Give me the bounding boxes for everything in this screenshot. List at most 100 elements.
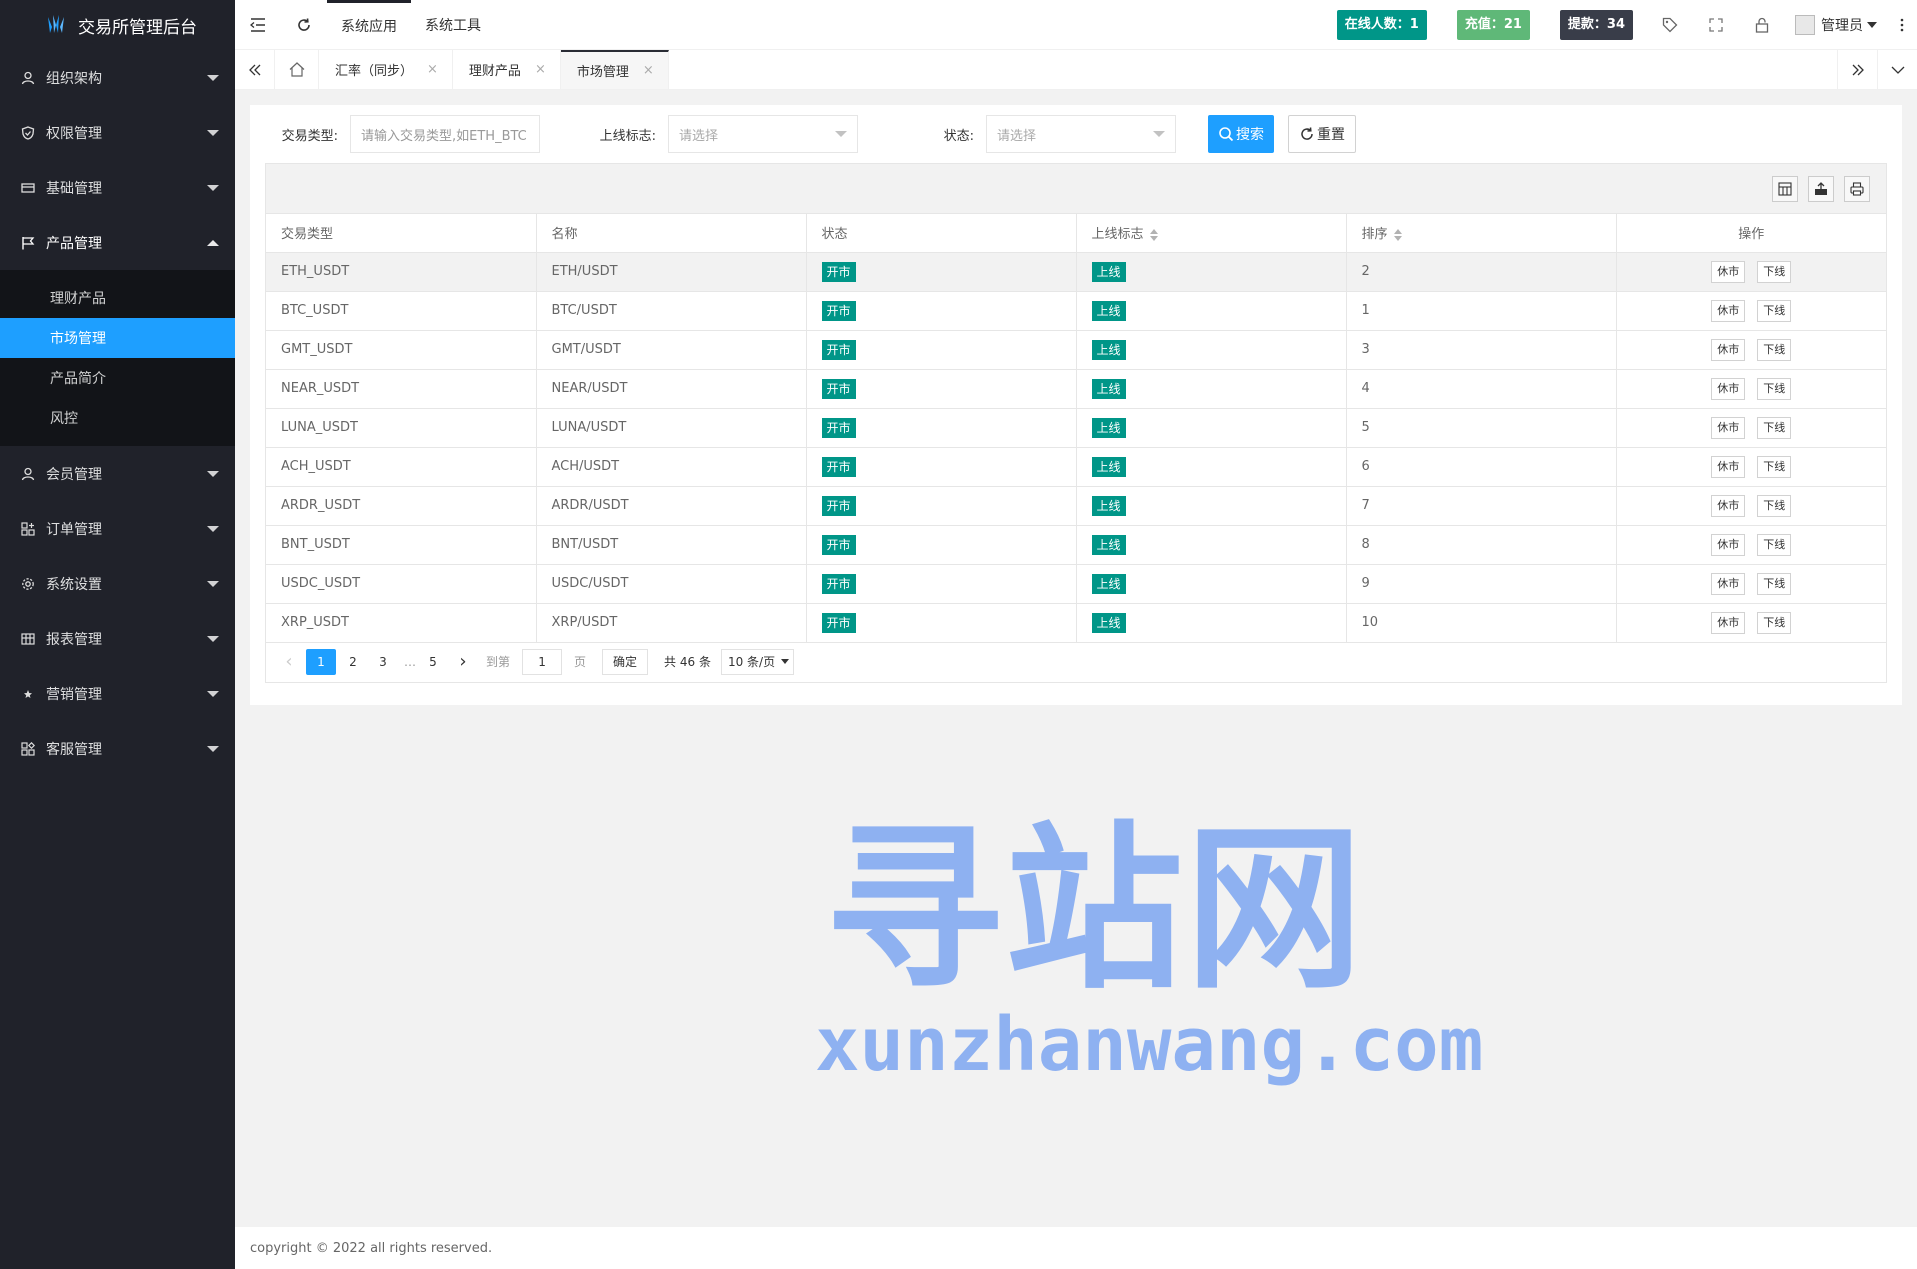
tab-exchange-rate[interactable]: 汇率（同步） × xyxy=(319,50,453,89)
chevron-down-icon xyxy=(207,635,219,642)
tab-market-management[interactable]: 市场管理 × xyxy=(560,50,669,89)
status-select[interactable]: 请选择 xyxy=(986,115,1176,153)
reset-button[interactable]: 重置 xyxy=(1288,115,1356,153)
trade-type-input[interactable]: 请输入交易类型,如ETH_BTC xyxy=(350,115,540,153)
sort-icon[interactable] xyxy=(1149,228,1158,241)
sidebar-subitem-market[interactable]: 市场管理 xyxy=(0,318,235,358)
close-market-button[interactable]: 休市 xyxy=(1711,455,1746,478)
take-offline-button[interactable]: 下线 xyxy=(1757,299,1792,322)
sidebar-item-settings[interactable]: 系统设置 xyxy=(0,556,235,611)
take-offline-button[interactable]: 下线 xyxy=(1757,455,1792,478)
tab-finance-product[interactable]: 理财产品 × xyxy=(453,50,561,89)
sidebar-item-order[interactable]: 订单管理 xyxy=(0,501,235,556)
sidebar-item-org[interactable]: 组织架构 xyxy=(0,50,235,105)
nav-system-tools[interactable]: 系统工具 xyxy=(411,0,495,50)
sort-icon[interactable] xyxy=(1393,228,1402,241)
sidebar-subitem-finance[interactable]: 理财产品 xyxy=(0,278,235,318)
page-size-select[interactable]: 10 条/页 xyxy=(720,648,795,675)
sidebar-item-report[interactable]: 报表管理 xyxy=(0,611,235,666)
take-offline-button[interactable]: 下线 xyxy=(1757,416,1792,439)
user-menu[interactable]: 管理员 xyxy=(1785,14,1887,35)
close-icon[interactable]: × xyxy=(535,62,546,77)
goto-page-input[interactable]: 1 xyxy=(522,648,563,675)
sidebar-subitem-intro[interactable]: 产品简介 xyxy=(0,358,235,398)
close-market-button[interactable]: 休市 xyxy=(1711,416,1746,439)
search-button[interactable]: 搜索 xyxy=(1208,115,1274,153)
app-logo[interactable]: 交易所管理后台 xyxy=(0,0,235,50)
close-market-button[interactable]: 休市 xyxy=(1711,299,1746,322)
tabs-scroll-left-icon[interactable] xyxy=(235,50,275,89)
close-market-button[interactable]: 休市 xyxy=(1711,533,1746,556)
take-offline-button[interactable]: 下线 xyxy=(1757,533,1792,556)
table-row[interactable]: NEAR_USDT NEAR/USDT 开市 上线 4 休市 下线 xyxy=(266,369,1886,409)
table-row[interactable]: LUNA_USDT LUNA/USDT 开市 上线 5 休市 下线 xyxy=(266,408,1886,448)
sidebar-item-marketing[interactable]: 营销管理 xyxy=(0,666,235,721)
withdraw-badge[interactable]: 提款：34 xyxy=(1559,9,1633,40)
take-offline-button[interactable]: 下线 xyxy=(1757,260,1792,283)
close-icon[interactable]: × xyxy=(643,63,654,78)
sidebar-item-product[interactable]: 产品管理 xyxy=(0,215,235,270)
tabs-dropdown-icon[interactable] xyxy=(1877,50,1917,89)
refresh-icon[interactable] xyxy=(281,0,327,50)
close-market-button[interactable]: 休市 xyxy=(1711,572,1746,595)
close-market-button[interactable]: 休市 xyxy=(1711,260,1746,283)
page-1-button[interactable]: 1 xyxy=(306,648,336,675)
table-row[interactable]: ARDR_USDT ARDR/USDT 开市 上线 7 休市 下线 xyxy=(266,486,1886,526)
recharge-badge[interactable]: 充值：21 xyxy=(1456,9,1530,40)
page-2-button[interactable]: 2 xyxy=(340,649,366,675)
col-online-flag[interactable]: 上线标志 xyxy=(1076,214,1347,253)
close-market-button[interactable]: 休市 xyxy=(1711,494,1746,517)
take-offline-button[interactable]: 下线 xyxy=(1757,494,1792,517)
status-badge: 开市 xyxy=(821,534,856,555)
sidebar-item-basic[interactable]: 基础管理 xyxy=(0,160,235,215)
select-placeholder: 请选择 xyxy=(997,128,1037,144)
columns-filter-icon[interactable] xyxy=(1772,175,1798,202)
table-row[interactable]: BTC_USDT BTC/USDT 开市 上线 1 休市 下线 xyxy=(266,291,1886,331)
menu-fold-icon[interactable] xyxy=(235,0,281,50)
page-ellipsis: … xyxy=(404,654,416,669)
cell-trade-type: BNT_USDT xyxy=(266,525,537,565)
chevron-up-icon xyxy=(207,239,219,246)
tabs-scroll-right-icon[interactable] xyxy=(1837,50,1877,89)
star-icon xyxy=(20,686,36,702)
take-offline-button[interactable]: 下线 xyxy=(1757,572,1792,595)
sidebar-item-permission[interactable]: 权限管理 xyxy=(0,105,235,160)
close-market-button[interactable]: 休市 xyxy=(1711,377,1746,400)
table-row[interactable]: USDC_USDT USDC/USDT 开市 上线 9 休市 下线 xyxy=(266,564,1886,604)
export-icon[interactable] xyxy=(1808,175,1834,202)
nav-system-app[interactable]: 系统应用 xyxy=(327,0,411,50)
take-offline-button[interactable]: 下线 xyxy=(1757,338,1792,361)
page-last-button[interactable]: 5 xyxy=(420,649,446,675)
prev-page-button[interactable]: ‹ xyxy=(276,649,302,675)
take-offline-button[interactable]: 下线 xyxy=(1757,611,1792,634)
fullscreen-icon[interactable] xyxy=(1693,0,1739,50)
table-row[interactable]: ACH_USDT ACH/USDT 开市 上线 6 休市 下线 xyxy=(266,447,1886,487)
print-icon[interactable] xyxy=(1844,175,1870,202)
take-offline-button[interactable]: 下线 xyxy=(1757,377,1792,400)
sidebar-item-member[interactable]: 会员管理 xyxy=(0,446,235,501)
home-icon[interactable] xyxy=(275,50,319,89)
goto-confirm-button[interactable]: 确定 xyxy=(602,648,649,675)
page-3-button[interactable]: 3 xyxy=(370,649,396,675)
table-row[interactable]: GMT_USDT GMT/USDT 开市 上线 3 休市 下线 xyxy=(266,330,1886,370)
close-icon[interactable]: × xyxy=(427,62,438,77)
table-row[interactable]: XRP_USDT XRP/USDT 开市 上线 10 休市 下线 xyxy=(266,603,1886,643)
next-page-button[interactable]: › xyxy=(450,649,476,675)
table-icon xyxy=(20,631,36,647)
tag-icon[interactable] xyxy=(1647,0,1693,50)
col-sort[interactable]: 排序 xyxy=(1346,214,1617,253)
online-flag-select[interactable]: 请选择 xyxy=(668,115,858,153)
table-row[interactable]: ETH_USDT ETH/USDT 开市 上线 2 休市 下线 xyxy=(266,252,1886,292)
sidebar-item-service[interactable]: 客服管理 xyxy=(0,721,235,776)
cell-online-flag: 上线 xyxy=(1076,486,1347,526)
col-name: 名称 xyxy=(536,214,807,253)
sidebar-subitem-risk[interactable]: 风控 xyxy=(0,398,235,438)
chevron-down-icon xyxy=(835,131,847,137)
more-vertical-icon[interactable] xyxy=(1887,0,1917,50)
table-row[interactable]: BNT_USDT BNT/USDT 开市 上线 8 休市 下线 xyxy=(266,525,1886,565)
online-count-badge[interactable]: 在线人数：1 xyxy=(1336,9,1427,40)
lock-icon[interactable] xyxy=(1739,0,1785,50)
cell-actions: 休市 下线 xyxy=(1616,408,1886,448)
close-market-button[interactable]: 休市 xyxy=(1711,611,1746,634)
close-market-button[interactable]: 休市 xyxy=(1711,338,1746,361)
